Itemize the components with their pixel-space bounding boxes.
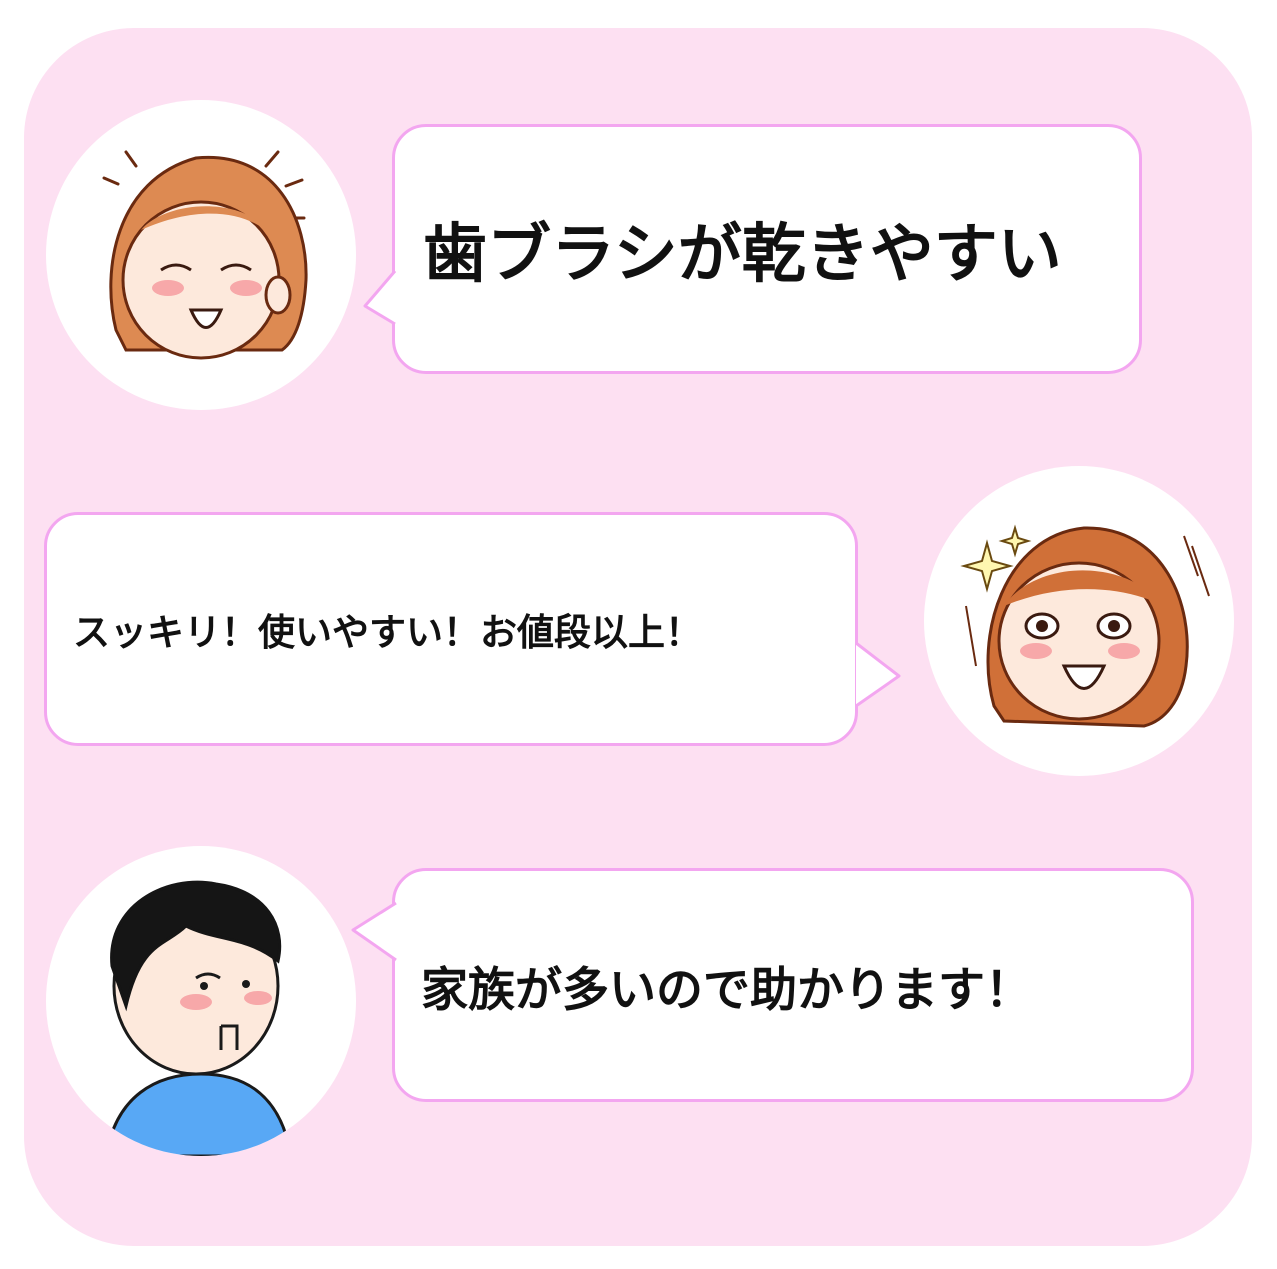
comment-text-2: スッキリ！使いやすい！お値段以上！ — [73, 611, 702, 654]
bubble-tail-1 — [363, 270, 397, 326]
bubble-tail-2 — [855, 641, 901, 708]
man-avatar-icon — [46, 846, 356, 1156]
comment-bubble-2: スッキリ！使いやすい！お値段以上！ — [44, 512, 858, 746]
comment-bubble-3: 家族が多いので助かります！ — [392, 868, 1194, 1102]
happy-woman-avatar-icon — [46, 100, 356, 410]
comment-text-1: 歯ブラシが乾きやすい — [423, 218, 1062, 292]
comment-bubble-1: 歯ブラシが乾きやすい — [392, 124, 1142, 374]
bubble-tail-3 — [351, 901, 397, 962]
comment-text-3: 家族が多いので助かります！ — [421, 962, 1032, 1018]
excited-woman-avatar-icon — [924, 466, 1234, 776]
